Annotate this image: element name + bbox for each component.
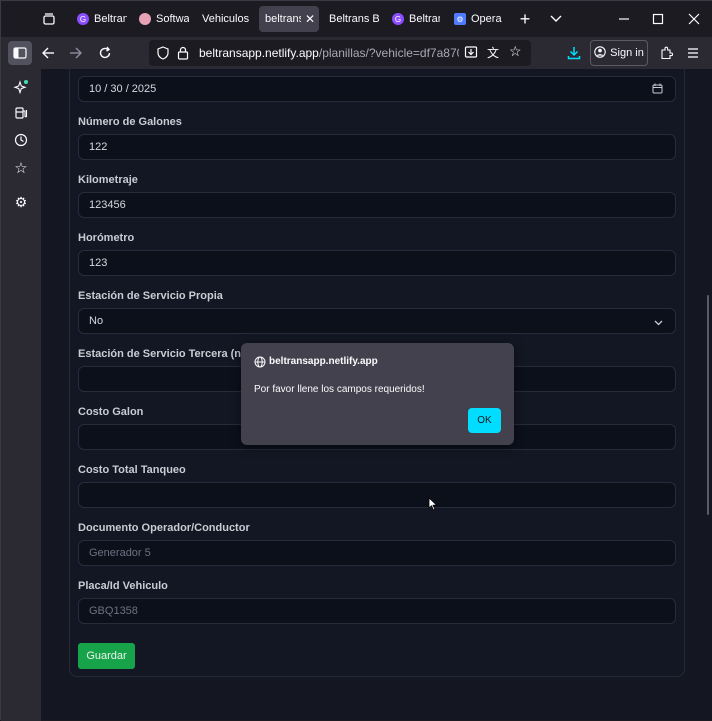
sign-in-label: Sign in [610, 47, 644, 59]
firefox-dev-icon: G [77, 13, 89, 25]
translate-icon[interactable]: 文 [487, 44, 499, 61]
gas-pump-icon[interactable] [11, 103, 31, 123]
close-tab-icon[interactable]: ✕ [305, 12, 315, 26]
field-label-documento-operador: Documento Operador/Conductor [78, 522, 250, 534]
field-label-costo-total: Costo Total Tanqueo [78, 464, 186, 476]
tab-label: Operac [471, 13, 502, 25]
tab-label: Beltran [94, 13, 127, 25]
gear-square-icon: ⚙ [454, 13, 466, 25]
browser-sidebar: ☆ ⚙ [1, 69, 41, 721]
url-text[interactable]: beltransapp.netlify.app/planillas/?vehic… [199, 46, 459, 60]
hamburger-menu-icon[interactable] [681, 41, 705, 65]
globe-icon [254, 355, 266, 368]
bookmark-star-icon[interactable]: ☆ [509, 43, 522, 60]
ok-button[interactable]: OK [468, 408, 501, 433]
tab-label: Vehiculos [202, 13, 250, 25]
field-label-horometro: Horómetro [78, 232, 135, 244]
tab-1[interactable]: G Beltran [71, 6, 127, 32]
costo-total-input[interactable] [78, 482, 676, 508]
save-button[interactable]: Guardar [78, 643, 135, 669]
calendar-icon[interactable] [652, 83, 663, 97]
address-bar[interactable]: beltransapp.netlify.app/planillas/?vehic… [149, 40, 531, 66]
new-tab-icon[interactable]: + [515, 9, 535, 29]
tab-2[interactable]: Softwa [133, 6, 189, 32]
maximize-icon[interactable] [645, 6, 671, 32]
field-label-placa: Placa/Id Vehiculo [78, 580, 168, 592]
documento-operador-input[interactable]: Generador 5 [78, 540, 676, 566]
ai-sparkle-icon[interactable] [11, 77, 31, 97]
url-path: /planillas/?vehicle=df7a870b-58 [318, 46, 459, 60]
settings-gear-icon[interactable]: ⚙ [11, 192, 31, 212]
chevron-down-icon [654, 317, 663, 329]
horometro-value: 123 [89, 257, 108, 269]
field-label-galones: Número de Galones [78, 116, 182, 128]
url-host: beltransapp.netlify.app [199, 46, 319, 60]
tab-label: beltrans [265, 13, 301, 25]
mouse-pointer-icon [428, 497, 438, 511]
field-label-estacion-propia: Estación de Servicio Propia [78, 290, 223, 302]
galones-value: 122 [89, 141, 108, 153]
navigation-toolbar: beltransapp.netlify.app/planillas/?vehic… [1, 37, 712, 69]
tab-label: Softwa [156, 13, 189, 25]
close-window-icon[interactable] [681, 6, 707, 32]
field-label-kilometraje: Kilometraje [78, 174, 138, 186]
tab-overview-icon[interactable] [39, 9, 59, 29]
dialog-origin: beltransapp.netlify.app [269, 356, 378, 367]
field-label-costo-galon: Costo Galon [78, 406, 144, 418]
placa-placeholder: GBQ1358 [89, 605, 138, 617]
extensions-puzzle-icon[interactable] [654, 41, 678, 65]
field-label-estacion-tercera: Estación de Servicio Tercera (nom [78, 348, 258, 360]
tab-7[interactable]: ⚙ Operac [448, 6, 502, 32]
save-page-icon[interactable] [464, 45, 478, 64]
browser-window: G Beltran Softwa Vehiculos beltrans ✕ Be… [0, 0, 712, 721]
date-value: 10 / 30 / 2025 [89, 83, 157, 95]
downloads-icon[interactable] [562, 41, 586, 65]
sidebar-toggle-icon[interactable] [8, 41, 32, 65]
reload-icon[interactable] [93, 41, 117, 65]
sign-in-button[interactable]: Sign in [590, 40, 648, 66]
shield-icon[interactable] [157, 46, 169, 65]
kilometraje-input[interactable]: 123456 [78, 192, 676, 218]
page-scrollbar[interactable] [707, 295, 709, 515]
back-arrow-icon[interactable] [36, 41, 60, 65]
kilometraje-value: 123456 [89, 199, 126, 211]
tab-label: Beltrans Bl [329, 13, 379, 25]
estacion-propia-select[interactable]: No [78, 308, 676, 334]
list-tabs-chevron-icon[interactable] [546, 9, 566, 29]
horometro-input[interactable]: 123 [78, 250, 676, 276]
tab-6[interactable]: G Beltran [386, 6, 440, 32]
tab-3[interactable]: Vehiculos [196, 6, 254, 32]
placa-input[interactable]: GBQ1358 [78, 598, 676, 624]
lock-icon[interactable] [177, 46, 189, 65]
dialog-message: Por favor llene los campos requeridos! [254, 384, 425, 395]
tab-active[interactable]: beltrans ✕ [259, 6, 319, 32]
firefox-dev-icon: G [392, 13, 404, 25]
bookmarks-star-icon[interactable]: ☆ [11, 158, 31, 178]
tab-strip: G Beltran Softwa Vehiculos beltrans ✕ Be… [1, 1, 712, 37]
account-icon [594, 45, 606, 61]
minimize-icon[interactable] [611, 6, 637, 32]
galones-input[interactable]: 122 [78, 134, 676, 160]
tab-label: Beltran [409, 13, 440, 25]
alert-dialog: beltransapp.netlify.app Por favor llene … [241, 343, 514, 445]
date-input[interactable]: 10 / 30 / 2025 [78, 76, 676, 102]
pig-icon [139, 13, 151, 25]
tab-5[interactable]: Beltrans Bl [323, 6, 379, 32]
estacion-propia-value: No [89, 315, 104, 327]
forward-arrow-icon[interactable] [64, 41, 88, 65]
documento-operador-placeholder: Generador 5 [89, 547, 151, 559]
history-clock-icon[interactable] [11, 130, 31, 150]
